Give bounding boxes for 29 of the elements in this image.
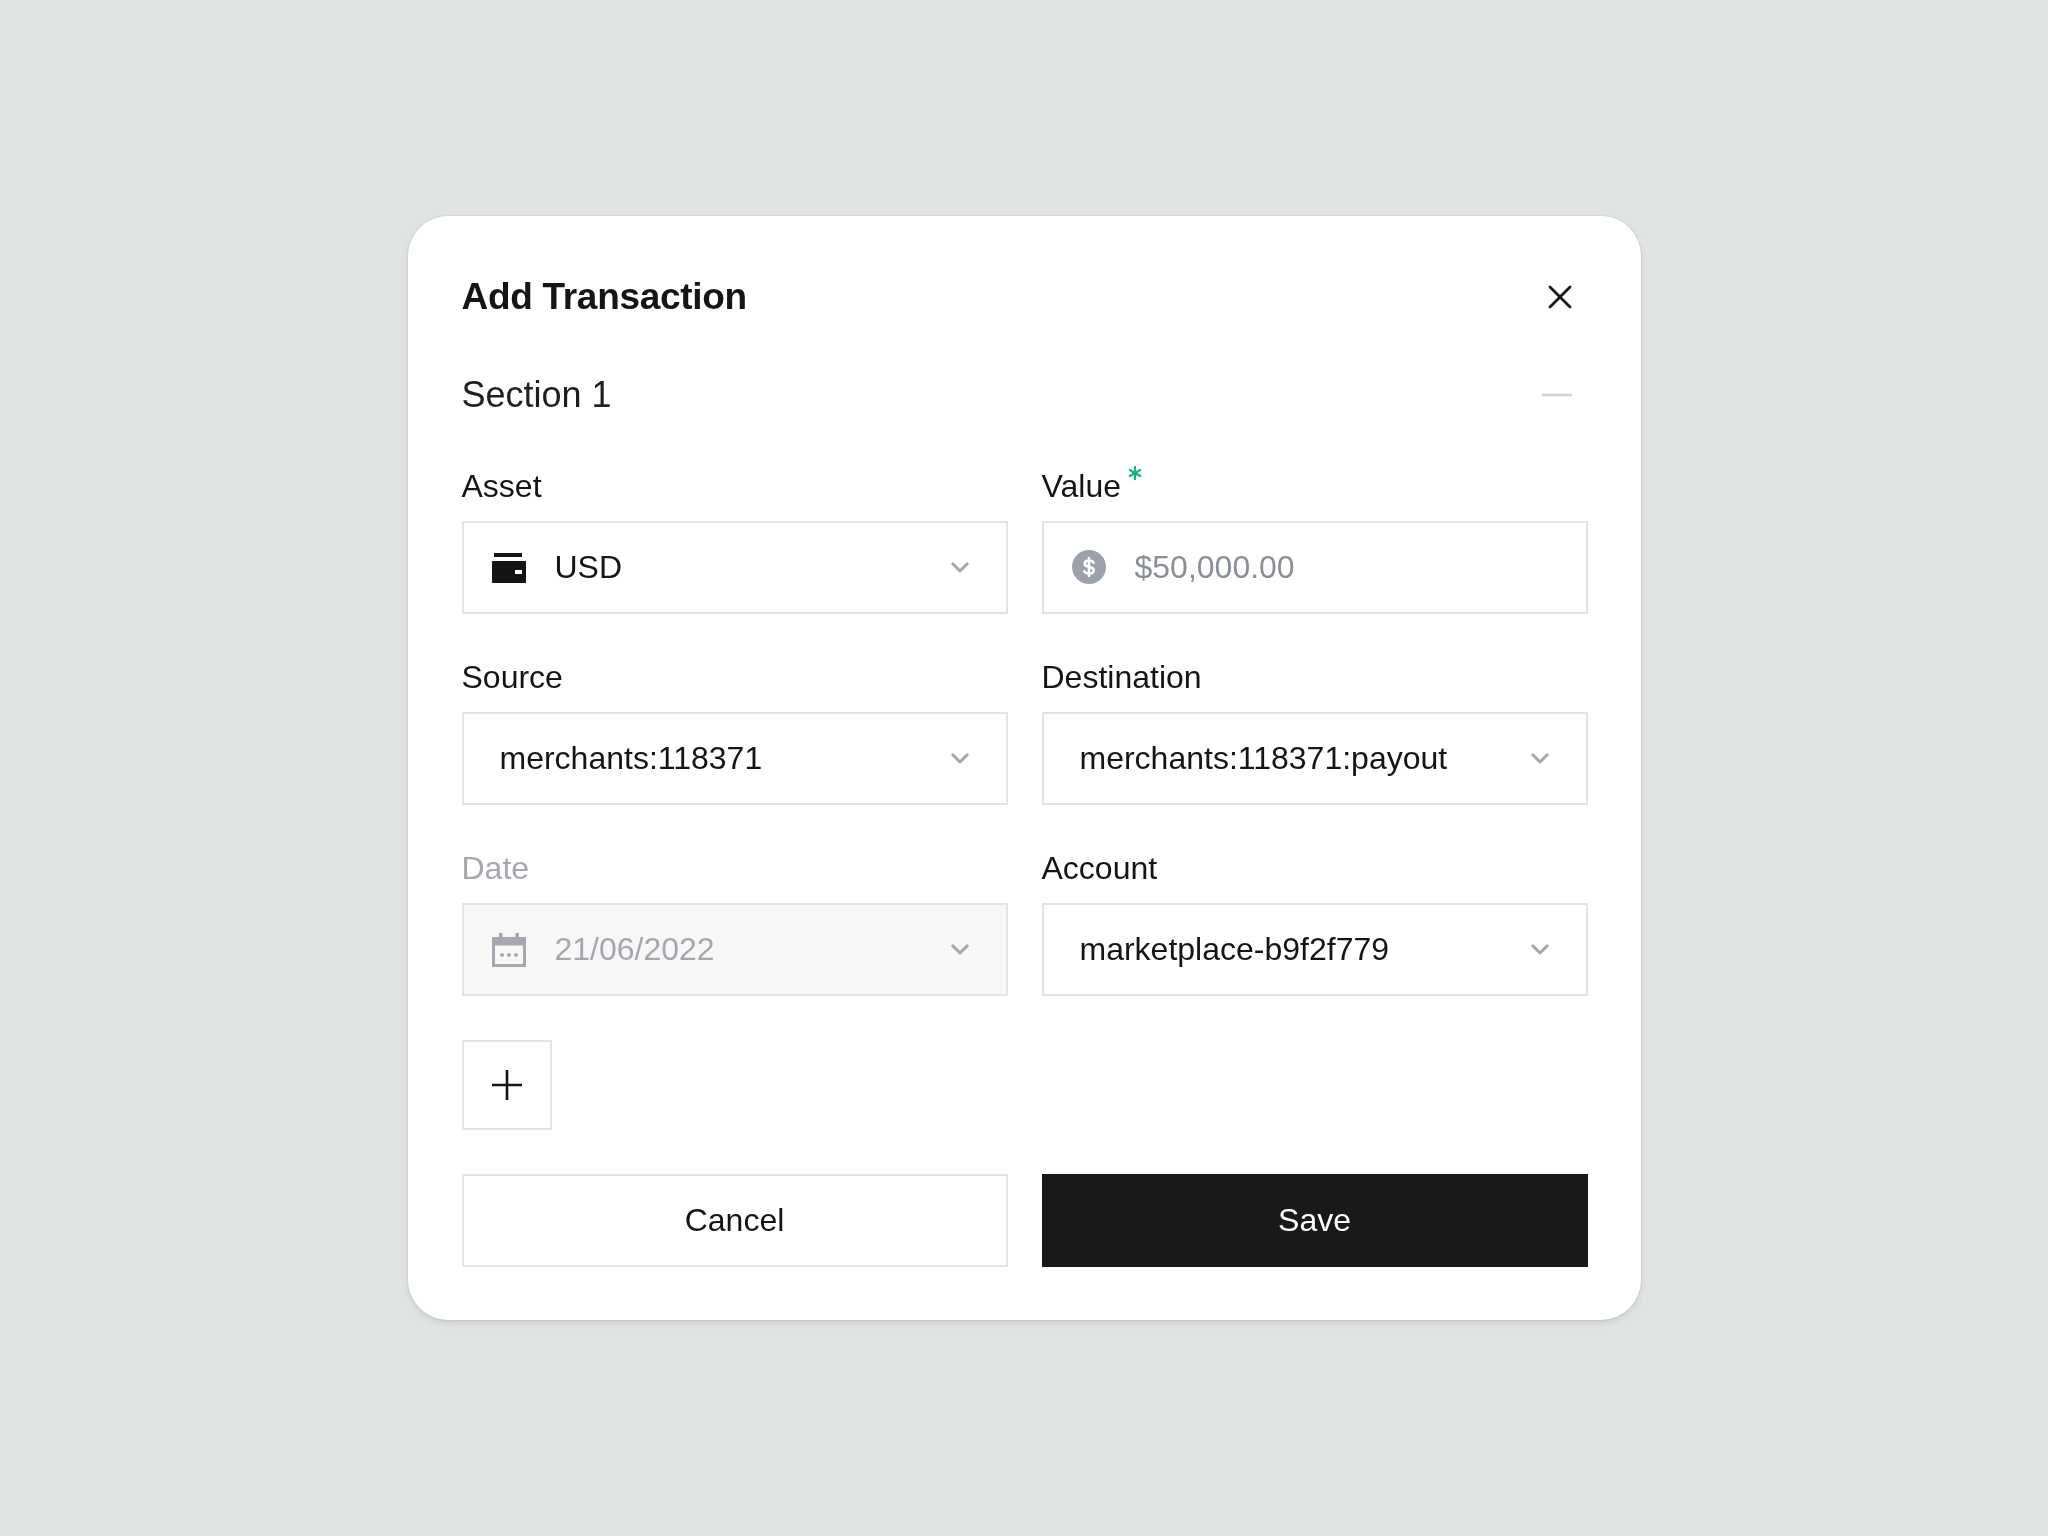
field-label: Asset: [461, 468, 542, 504]
chevron-down-icon: [950, 753, 969, 764]
chevron-down-icon: [950, 944, 969, 955]
minus-icon: [1541, 393, 1572, 397]
close-button[interactable]: [1547, 285, 1572, 309]
dropdown-field[interactable]: marketplace-b9f2f779: [1041, 903, 1588, 996]
chevron-down-icon: [950, 562, 969, 573]
add-field-button[interactable]: [461, 1040, 552, 1130]
calendar-icon: [491, 932, 526, 967]
collapse-button[interactable]: [1541, 393, 1572, 397]
dropdown-field[interactable]: merchants:118371:payout: [1041, 712, 1588, 805]
dialog-title: Add Transaction: [461, 275, 747, 319]
section-title: Section 1: [461, 373, 612, 417]
chevron-down-icon: [1530, 753, 1549, 764]
field-label: Source: [461, 659, 563, 695]
input-field[interactable]: $50,000.00: [1041, 521, 1588, 614]
field-label: Account: [1041, 850, 1158, 886]
field-label: Destination: [1041, 659, 1202, 695]
wallet-icon: [491, 552, 526, 583]
dropdown-field-with-icon[interactable]: USD: [461, 521, 1008, 614]
chevron-down-icon: [1530, 944, 1549, 955]
dropdown-field[interactable]: merchants:118371: [461, 712, 1008, 805]
save-button[interactable]: Save: [1041, 1174, 1588, 1267]
field-label: Date: [461, 850, 530, 886]
close-icon: [1547, 285, 1572, 309]
dollar-coin-icon: [1071, 550, 1106, 584]
plus-icon: [491, 1070, 522, 1100]
cancel-button[interactable]: Cancel: [461, 1174, 1008, 1267]
field-label: Value: [1041, 468, 1121, 504]
